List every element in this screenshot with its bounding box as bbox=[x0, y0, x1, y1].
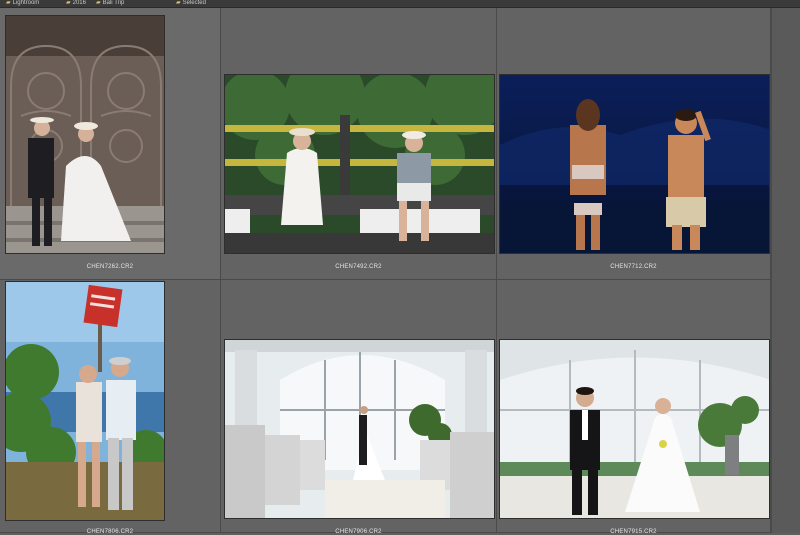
thumbnail-cell[interactable]: CHEN7712.CR2 bbox=[497, 8, 771, 280]
chapel-portrait-image bbox=[500, 340, 769, 518]
couple-cliff-sign-image bbox=[6, 282, 164, 520]
folder-icon: ▰ bbox=[6, 0, 11, 6]
couple-night-beach-image bbox=[500, 75, 769, 253]
couple-gate-image bbox=[6, 16, 164, 253]
folder-icon: ▰ bbox=[176, 0, 181, 6]
breadcrumb-item[interactable]: ▰ Lightroom bbox=[6, 0, 39, 7]
thumbnail-cell[interactable]: CHEN7806.CR2 bbox=[0, 280, 221, 535]
thumbnail-cell[interactable]: CHEN7906.CR2 bbox=[221, 280, 497, 535]
thumbnail-filename: CHEN7806.CR2 bbox=[86, 529, 134, 535]
thumbnail-cell[interactable]: CHEN7915.CR2 bbox=[497, 280, 771, 535]
chapel-aisle-image bbox=[225, 340, 494, 518]
couple-railing-image bbox=[225, 75, 494, 253]
folder-icon: ▰ bbox=[66, 0, 71, 6]
thumbnail-filename: CHEN7712.CR2 bbox=[610, 264, 657, 270]
breadcrumb-item[interactable]: ▰ Selected bbox=[176, 0, 206, 7]
thumbnail-cell[interactable]: CHEN7262.CR2 bbox=[0, 8, 221, 280]
photo-thumbnail[interactable] bbox=[5, 15, 165, 254]
photo-thumbnail[interactable] bbox=[499, 339, 770, 519]
grid-edge-column bbox=[771, 8, 800, 533]
thumbnail-filename: CHEN7906.CR2 bbox=[335, 529, 382, 535]
breadcrumb-item[interactable]: ▰ Bali Trip bbox=[96, 0, 124, 7]
path-bar: ▰ Lightroom ▰ 2016 ▰ Bali Trip ▰ Selected bbox=[0, 0, 800, 8]
breadcrumb-item[interactable]: ▰ 2016 bbox=[66, 0, 86, 7]
photo-thumbnail[interactable] bbox=[499, 74, 770, 254]
photo-thumbnail[interactable] bbox=[5, 281, 165, 521]
photo-thumbnail[interactable] bbox=[224, 339, 495, 519]
folder-icon: ▰ bbox=[96, 0, 101, 6]
thumbnail-filename: CHEN7262.CR2 bbox=[86, 264, 134, 270]
thumbnail-cell[interactable]: CHEN7492.CR2 bbox=[221, 8, 497, 280]
photo-thumbnail[interactable] bbox=[224, 74, 495, 254]
thumbnail-filename: CHEN7492.CR2 bbox=[335, 264, 382, 270]
thumbnail-grid: CHEN7262.CR2 CHEN7492.CR2 CHEN7712.CR2 C… bbox=[0, 8, 800, 535]
thumbnail-filename: CHEN7915.CR2 bbox=[610, 529, 657, 535]
